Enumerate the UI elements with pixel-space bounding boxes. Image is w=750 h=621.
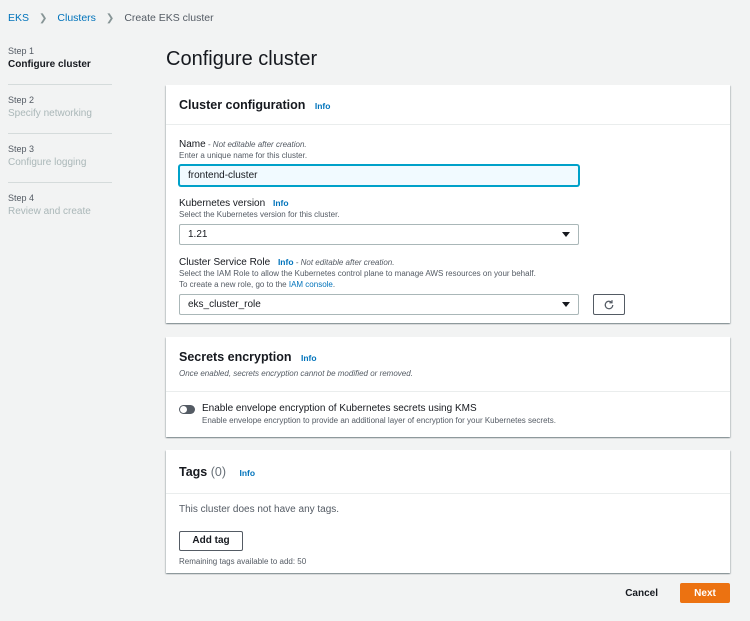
tags-panel: Tags (0) Info This cluster does not have… [166, 450, 730, 573]
panel-header: Secrets encryption Info Once enabled, se… [166, 337, 730, 392]
wizard-steps: Step 1 Configure cluster Step 2 Specify … [8, 46, 112, 241]
refresh-roles-button[interactable] [593, 294, 625, 315]
info-link[interactable]: Info [301, 353, 317, 363]
field-description: Select the Kubernetes version for this c… [179, 210, 340, 219]
field-note: - Not editable after creation. [205, 140, 307, 149]
caret-down-icon [562, 302, 570, 307]
next-button[interactable]: Next [680, 583, 730, 603]
wizard-step-4: Step 4 Review and create [8, 193, 112, 231]
desc-text: . [332, 280, 336, 289]
secrets-encryption-panel: Secrets encryption Info Once enabled, se… [166, 337, 730, 437]
remaining-tags-hint: Remaining tags available to add: 50 [179, 556, 307, 566]
toggle-text: Enable envelope encryption of Kubernetes… [202, 403, 556, 425]
chevron-right-icon: ❯ [39, 12, 48, 24]
wizard-footer: Cancel Next [625, 583, 730, 603]
panel-subtitle: Once enabled, secrets encryption cannot … [179, 369, 413, 378]
name-label: Name [179, 139, 206, 150]
wizard-step-3: Step 3 Configure logging [8, 144, 112, 183]
breadcrumb: EKS ❯ Clusters ❯ Create EKS cluster [8, 12, 214, 24]
breadcrumb-eks-link[interactable]: EKS [8, 12, 29, 24]
select-value: 1.21 [188, 229, 208, 240]
field-description: Select the IAM Role to allow the Kuberne… [179, 269, 536, 278]
select-value: eks_cluster_role [188, 299, 261, 310]
breadcrumb-current: Create EKS cluster [124, 12, 214, 24]
field-description: Enter a unique name for this cluster. [179, 151, 308, 160]
step-label: Review and create [8, 206, 91, 217]
iam-console-link[interactable]: IAM console [289, 280, 333, 289]
refresh-icon [604, 299, 614, 309]
kubernetes-version-select[interactable]: 1.21 [179, 224, 579, 245]
page-title: Configure cluster [166, 48, 318, 70]
add-tag-button[interactable]: Add tag [179, 530, 243, 551]
field-label: Name - Not editable after creation. [179, 139, 717, 150]
info-link[interactable]: Info [273, 198, 289, 208]
name-field-group: Name - Not editable after creation. Ente… [179, 139, 717, 186]
info-link[interactable]: Info [239, 468, 255, 478]
service-role-select[interactable]: eks_cluster_role [179, 294, 579, 315]
wizard-step-2: Step 2 Specify networking [8, 95, 112, 134]
step-label: Configure cluster [8, 59, 91, 70]
cancel-button[interactable]: Cancel [625, 588, 658, 599]
panel-header: Cluster configuration Info [166, 85, 730, 125]
field-description: To create a new role, go to the IAM cons… [179, 279, 717, 290]
field-label: Kubernetes version Info [179, 198, 717, 209]
toggle-description: Enable envelope encryption to provide an… [202, 416, 556, 425]
toggle-label: Enable envelope encryption of Kubernetes… [202, 403, 477, 414]
info-link[interactable]: Info [278, 257, 294, 267]
service-role-field-group: Cluster Service Role Info - Not editable… [179, 257, 717, 315]
field-label: Cluster Service Role Info - Not editable… [179, 257, 717, 268]
desc-text: To create a new role, go to the [179, 280, 289, 289]
service-role-label: Cluster Service Role [179, 257, 271, 268]
cluster-configuration-panel: Cluster configuration Info Name - Not ed… [166, 85, 730, 323]
empty-tags-message: This cluster does not have any tags. [179, 504, 340, 515]
step-number: Step 2 [8, 95, 35, 105]
chevron-right-icon: ❯ [105, 12, 115, 24]
panel-body: Name - Not editable after creation. Ente… [166, 125, 730, 327]
step-label: Specify networking [8, 108, 92, 119]
kubernetes-version-label: Kubernetes version [179, 198, 266, 209]
panel-header: Tags (0) Info [166, 450, 730, 494]
info-link[interactable]: Info [315, 101, 331, 111]
tags-title: Tags [179, 465, 208, 479]
service-role-row: eks_cluster_role [179, 290, 717, 315]
step-number: Step 4 [8, 193, 35, 203]
breadcrumb-clusters-link[interactable]: Clusters [57, 12, 96, 24]
panel-title: Cluster configuration [179, 98, 306, 112]
panel-title: Tags (0) [179, 465, 226, 479]
cluster-name-input[interactable]: frontend-cluster [179, 165, 579, 186]
encryption-toggle-row: Enable envelope encryption of Kubernetes… [166, 392, 730, 441]
step-label: Configure logging [8, 157, 87, 168]
field-note: - Not editable after creation. [293, 258, 395, 267]
panel-body: This cluster does not have any tags. Add… [166, 494, 730, 578]
wizard-step-1: Step 1 Configure cluster [8, 46, 112, 85]
step-number: Step 1 [8, 46, 35, 56]
panel-title: Secrets encryption [179, 350, 292, 364]
caret-down-icon [562, 232, 570, 237]
kubernetes-version-field-group: Kubernetes version Info Select the Kuber… [179, 198, 717, 245]
encryption-toggle[interactable] [179, 405, 195, 414]
step-number: Step 3 [8, 144, 35, 154]
tags-count: (0) [210, 465, 227, 479]
